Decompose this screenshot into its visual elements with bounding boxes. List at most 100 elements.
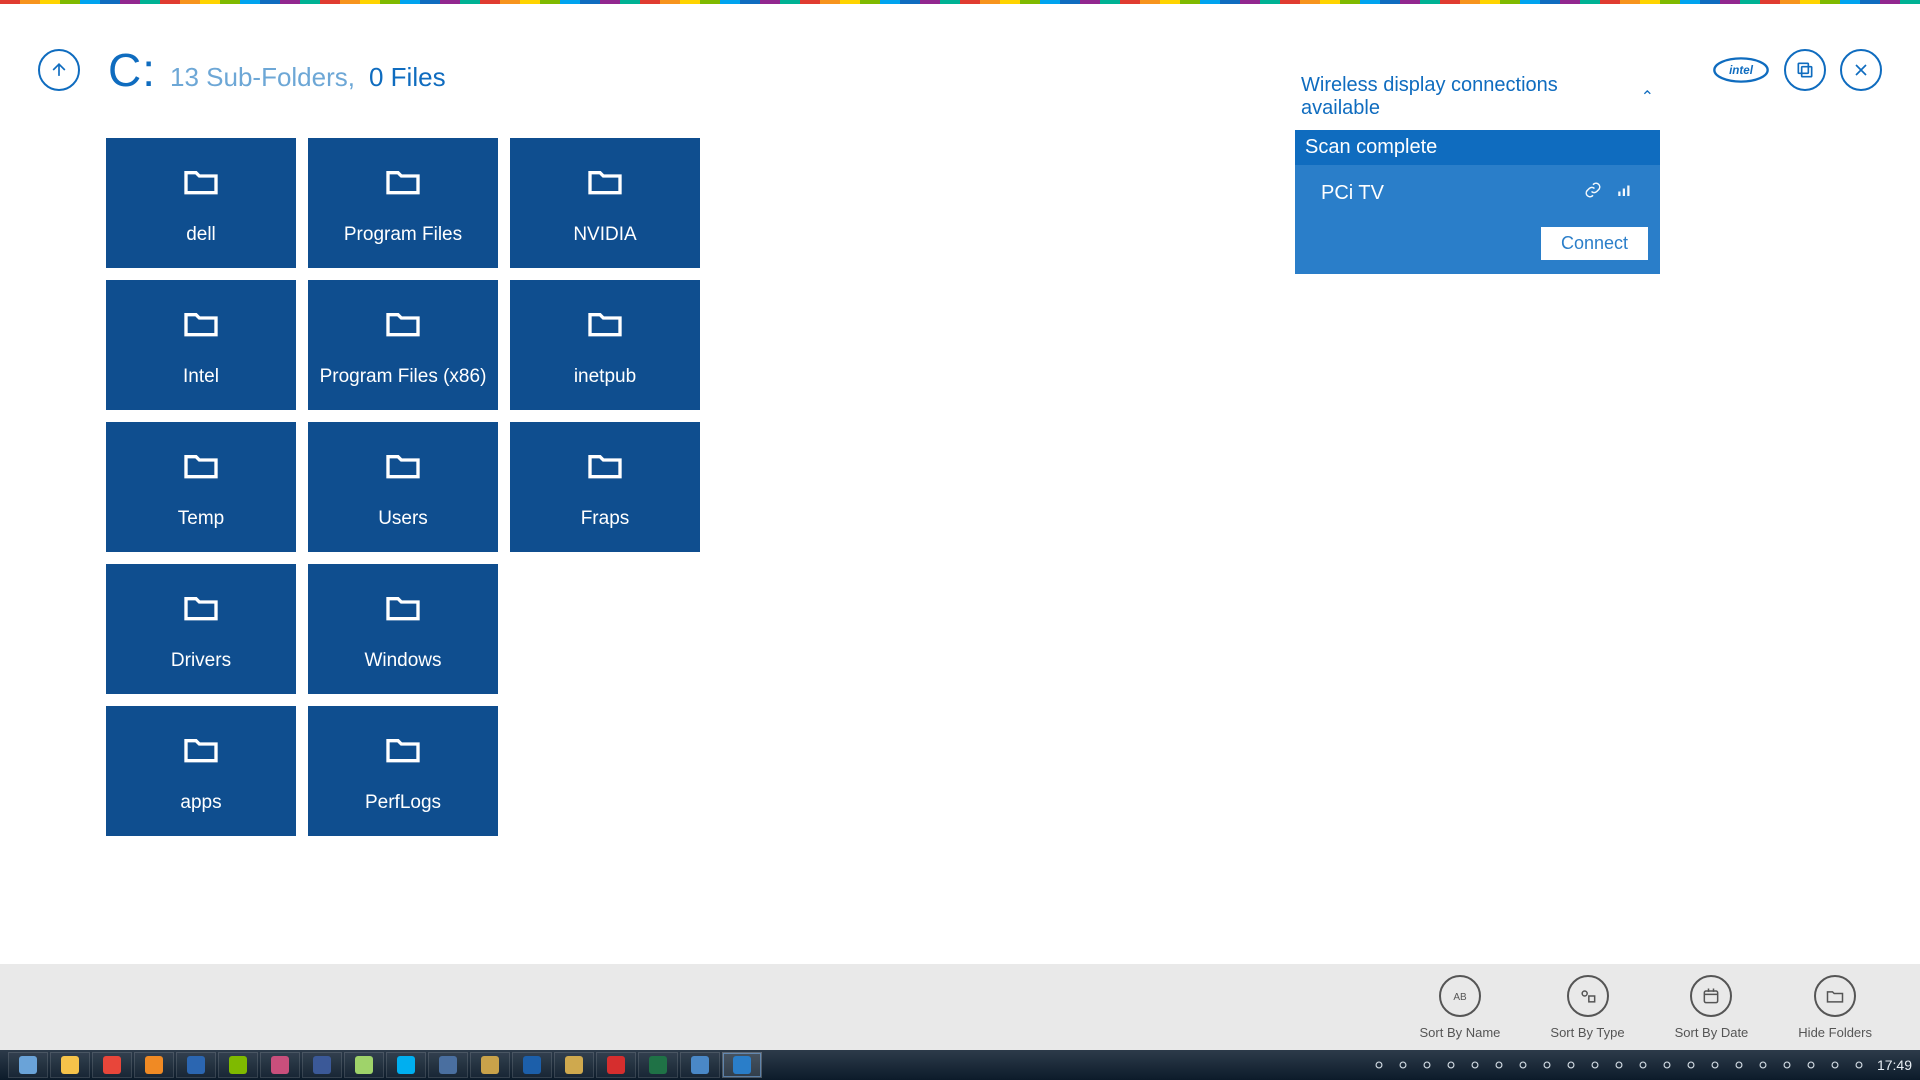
connect-button[interactable]: Connect: [1541, 227, 1648, 260]
folder-tile[interactable]: PerfLogs: [308, 706, 498, 836]
tray-keyboard-icon[interactable]: [1371, 1057, 1387, 1073]
tray-chrome-bg-icon[interactable]: [1419, 1057, 1435, 1073]
start-icon: [19, 1056, 37, 1074]
folder-icon: [377, 445, 429, 490]
taskbar-app-outlook[interactable]: [176, 1052, 216, 1078]
taskbar-app-notes[interactable]: [344, 1052, 384, 1078]
taskbar-apps: [8, 1052, 762, 1078]
taskbar-app-tweetdeck[interactable]: [302, 1052, 342, 1078]
tray-antivirus-icon[interactable]: [1539, 1057, 1555, 1073]
folder-icon: [377, 729, 429, 774]
copy-button[interactable]: [1784, 49, 1826, 91]
folder-icon: [377, 587, 429, 632]
tray-onedrive-icon[interactable]: [1491, 1057, 1507, 1073]
teamviewer-icon: [523, 1056, 541, 1074]
taskbar-app-explorer[interactable]: [50, 1052, 90, 1078]
action-label: Sort By Name: [1419, 1025, 1500, 1040]
hide-folders-button[interactable]: Hide Folders: [1798, 975, 1872, 1040]
folder-tile[interactable]: dell: [106, 138, 296, 268]
folder-icon: [175, 161, 227, 206]
taskbar-app-vlc[interactable]: [134, 1052, 174, 1078]
folder-label: dell: [186, 224, 216, 246]
folder-tile[interactable]: Fraps: [510, 422, 700, 552]
folder-icon: [377, 303, 429, 348]
folder-icon: [579, 445, 631, 490]
taskbar-app-adobe[interactable]: [596, 1052, 636, 1078]
sort-by-name-button[interactable]: AB Sort By Name: [1419, 975, 1500, 1040]
drive-label: C:: [108, 43, 156, 97]
folder-tile[interactable]: Windows: [308, 564, 498, 694]
tray-wifi-icon[interactable]: [1803, 1057, 1819, 1073]
widi-icon: [733, 1056, 751, 1074]
tray-safely-remove-icon[interactable]: [1395, 1057, 1411, 1073]
tray-widi-icon[interactable]: [1755, 1057, 1771, 1073]
action-label: Sort By Type: [1550, 1025, 1624, 1040]
close-button[interactable]: [1840, 49, 1882, 91]
folder-label: inetpub: [574, 366, 636, 388]
subfolder-count: 13 Sub-Folders,: [170, 62, 355, 93]
folder-tile[interactable]: Drivers: [106, 564, 296, 694]
tweetdeck-icon: [313, 1056, 331, 1074]
taskbar-app-snip[interactable]: [680, 1052, 720, 1078]
tray-audio-icon[interactable]: [1587, 1057, 1603, 1073]
folder-tile[interactable]: Intel: [106, 280, 296, 410]
up-button[interactable]: [38, 49, 80, 91]
copy-icon: [1795, 60, 1815, 80]
folder-icon: [377, 161, 429, 206]
tray-bluetooth-icon[interactable]: [1611, 1057, 1627, 1073]
decorative-top-strip: [0, 0, 1920, 4]
vlc-icon: [145, 1056, 163, 1074]
tray-network-icon[interactable]: [1707, 1057, 1723, 1073]
taskbar-app-vm[interactable]: [428, 1052, 468, 1078]
tray-power-icon[interactable]: [1779, 1057, 1795, 1073]
sort-type-icon: [1578, 986, 1598, 1006]
taskbar-app-skype[interactable]: [386, 1052, 426, 1078]
sort-by-type-button[interactable]: Sort By Type: [1550, 975, 1624, 1040]
tray-battery-icon[interactable]: [1635, 1057, 1651, 1073]
widi-device[interactable]: PCi TV: [1307, 175, 1648, 211]
folder-label: PerfLogs: [365, 792, 441, 814]
widi-device-name: PCi TV: [1321, 182, 1570, 205]
close-icon: [1851, 60, 1871, 80]
folder-tile[interactable]: Program Files (x86): [308, 280, 498, 410]
widi-header[interactable]: Wireless display connections available ⌃: [1295, 70, 1660, 130]
skype-icon: [397, 1056, 415, 1074]
taskbar-app-teamviewer[interactable]: [512, 1052, 552, 1078]
taskbar-app-app[interactable]: [218, 1052, 258, 1078]
tray-signal-icon[interactable]: [1827, 1057, 1843, 1073]
tray-sync-icon[interactable]: [1683, 1057, 1699, 1073]
taskbar-app-photos[interactable]: [260, 1052, 300, 1078]
folder-tile[interactable]: Program Files: [308, 138, 498, 268]
intel-logo: intel: [1712, 54, 1770, 86]
folder-icon: [175, 729, 227, 774]
app-icon: [229, 1056, 247, 1074]
tray-outlook-bg-icon[interactable]: [1563, 1057, 1579, 1073]
folder-tile[interactable]: apps: [106, 706, 296, 836]
taskbar-app-putty[interactable]: [554, 1052, 594, 1078]
outlook-icon: [187, 1056, 205, 1074]
taskbar-app-steam[interactable]: [470, 1052, 510, 1078]
sort-by-date-button[interactable]: Sort By Date: [1675, 975, 1749, 1040]
action-label: Hide Folders: [1798, 1025, 1872, 1040]
sort-date-icon: [1701, 986, 1721, 1006]
tray-volume-icon[interactable]: [1851, 1057, 1867, 1073]
tray-facebook-icon[interactable]: [1467, 1057, 1483, 1073]
tray-display-icon[interactable]: [1659, 1057, 1675, 1073]
signal-icon: [1616, 181, 1634, 205]
folder-label: Program Files (x86): [320, 366, 487, 388]
folder-tile[interactable]: Temp: [106, 422, 296, 552]
sort-name-icon: AB: [1450, 986, 1470, 1006]
taskbar-app-widi[interactable]: [722, 1052, 762, 1078]
folder-tile[interactable]: Users: [308, 422, 498, 552]
tray-update-icon[interactable]: [1515, 1057, 1531, 1073]
taskbar-app-start[interactable]: [8, 1052, 48, 1078]
header-right: intel: [1712, 49, 1882, 91]
taskbar-app-chrome[interactable]: [92, 1052, 132, 1078]
taskbar-app-excel[interactable]: [638, 1052, 678, 1078]
tray-flag-icon[interactable]: [1731, 1057, 1747, 1073]
widi-title: Wireless display connections available: [1301, 74, 1641, 120]
steam-icon: [481, 1056, 499, 1074]
folder-tile[interactable]: inetpub: [510, 280, 700, 410]
tray-dropbox-icon[interactable]: [1443, 1057, 1459, 1073]
folder-tile[interactable]: NVIDIA: [510, 138, 700, 268]
